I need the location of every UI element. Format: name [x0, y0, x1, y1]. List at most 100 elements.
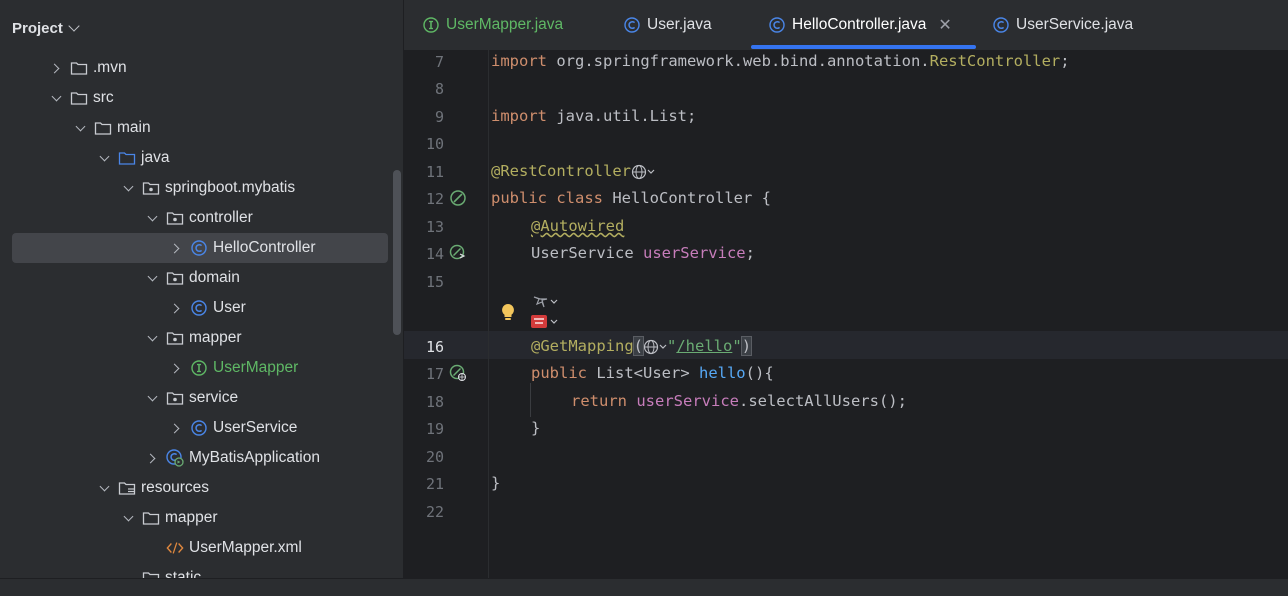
chevron-right-icon[interactable] [144, 450, 160, 466]
tree-item-mybatisapplication[interactable]: MyBatisApplication [0, 443, 390, 473]
tree-item-hellocontroller[interactable]: HelloController [12, 233, 388, 263]
line-number: 21 [425, 475, 444, 493]
tree-item-label: HelloController [213, 239, 316, 256]
chevron-down-icon[interactable] [144, 270, 160, 286]
folder-icon [142, 510, 160, 526]
tree-item-springboot-mybatis[interactable]: springboot.mybatis [0, 173, 390, 203]
tree-item-usermapper[interactable]: UserMapper [0, 353, 390, 383]
tree-item-label: User [213, 299, 246, 316]
chevron-right-icon[interactable] [168, 360, 184, 376]
code-line-12: public class HelloController { [491, 189, 771, 207]
chevron-right-icon[interactable] [48, 60, 64, 76]
chevron-down-icon[interactable] [144, 390, 160, 406]
code-editor[interactable]: 7 8 9 10 11 12 13 14 15 16 17 18 19 20 2… [404, 50, 1288, 578]
chevron-down-icon[interactable] [120, 510, 136, 526]
indent-guide [530, 383, 531, 417]
tree-item-label: domain [189, 269, 240, 286]
chevron-right-icon[interactable] [168, 420, 184, 436]
line-number: 11 [425, 163, 444, 181]
tree-item-label: resources [141, 479, 210, 496]
lightbulb-icon[interactable] [500, 303, 516, 328]
code-line-18: return userService.selectAllUsers(); [571, 392, 907, 410]
tab-label: User.java [647, 16, 712, 33]
package-icon [166, 390, 184, 406]
tree-item-label: springboot.mybatis [165, 179, 296, 196]
chevron-down-icon [68, 20, 80, 32]
tree-item-mapper[interactable]: mapper [0, 503, 390, 533]
globe-hint-icon[interactable] [643, 339, 667, 355]
folder-icon [70, 90, 88, 106]
class-icon [190, 420, 208, 436]
autowired-navigation-icon[interactable] [449, 244, 467, 262]
line-number: 18 [425, 393, 444, 411]
tab-user-java[interactable]: User.java [623, 0, 712, 50]
ai-hint-icon[interactable] [531, 294, 561, 310]
tree-item-domain[interactable]: domain [0, 263, 390, 293]
folder-icon [142, 570, 160, 578]
request-mapping-icon[interactable] [449, 364, 467, 382]
chevron-down-icon[interactable] [144, 330, 160, 346]
tree-item-usermapper-xml[interactable]: UserMapper.xml [0, 533, 390, 563]
tab-usermapper-java[interactable]: UserMapper.java [422, 0, 563, 50]
chevron-right-icon[interactable] [168, 240, 184, 256]
code-line-19: } [531, 419, 541, 437]
project-title: Project [12, 19, 63, 37]
tree-item--mvn[interactable]: .mvn [0, 53, 390, 83]
package-icon [166, 270, 184, 286]
tab-hellocontroller-java[interactable]: HelloController.java ✕ [768, 0, 952, 50]
code-line-11: @RestController [491, 162, 655, 180]
class-icon [623, 17, 641, 33]
spring-bean-icon[interactable] [449, 189, 467, 207]
tree-item-main[interactable]: main [0, 113, 390, 143]
tree-item-mapper[interactable]: mapper [0, 323, 390, 353]
spring-app-icon [166, 449, 184, 467]
code-line-21: } [491, 474, 501, 492]
package-icon [166, 210, 184, 226]
project-view-selector[interactable]: Project [12, 17, 80, 39]
source-folder-icon [118, 150, 136, 166]
chevron-down-icon[interactable] [96, 150, 112, 166]
tree-item-resources[interactable]: resources [0, 473, 390, 503]
chevron-down-icon[interactable] [72, 120, 88, 136]
interface-icon [190, 360, 208, 376]
line-number: 22 [425, 503, 444, 521]
sidebar-scrollbar[interactable] [393, 170, 401, 335]
tree-item-user[interactable]: User [0, 293, 390, 323]
tree-item-userservice[interactable]: UserService [0, 413, 390, 443]
tree-item-src[interactable]: src [0, 83, 390, 113]
line-number: 13 [425, 218, 444, 236]
tree-item-label: main [117, 119, 151, 136]
tree-item-label: UserMapper.xml [189, 539, 302, 556]
gutter-divider [488, 50, 489, 578]
tab-userservice-java[interactable]: UserService.java [992, 0, 1133, 50]
translate-hint-icon[interactable] [531, 314, 561, 330]
tree-item-label: MyBatisApplication [189, 449, 320, 466]
tree-item-label: controller [189, 209, 253, 226]
tree-item-static[interactable]: static [0, 563, 390, 578]
globe-hint-icon[interactable] [631, 164, 655, 180]
line-number: 7 [434, 53, 444, 71]
chevron-down-icon[interactable] [144, 210, 160, 226]
line-number: 9 [434, 108, 444, 126]
tree-item-controller[interactable]: controller [0, 203, 390, 233]
chevron-right-icon[interactable] [168, 300, 184, 316]
chevron-down-icon[interactable] [120, 180, 136, 196]
code-line-16: @GetMapping("/hello") [531, 336, 753, 356]
tree-item-label: .mvn [93, 59, 127, 76]
tree-item-label: java [141, 149, 170, 166]
editor-tab-bar: UserMapper.java User.java HelloControlle… [404, 0, 1288, 51]
tree-item-java[interactable]: java [0, 143, 390, 173]
tree-item-service[interactable]: service [0, 383, 390, 413]
close-icon[interactable]: ✕ [938, 15, 951, 35]
chevron-down-icon[interactable] [96, 480, 112, 496]
line-number: 15 [425, 273, 444, 291]
class-icon [190, 300, 208, 316]
interface-icon [422, 17, 440, 33]
project-tool-window: Project .mvn src main java springboot.mybati… [0, 0, 404, 578]
chevron-down-icon[interactable] [48, 90, 64, 106]
folder-icon [94, 120, 112, 136]
active-tab-indicator [751, 45, 976, 49]
line-number: 20 [425, 448, 444, 466]
